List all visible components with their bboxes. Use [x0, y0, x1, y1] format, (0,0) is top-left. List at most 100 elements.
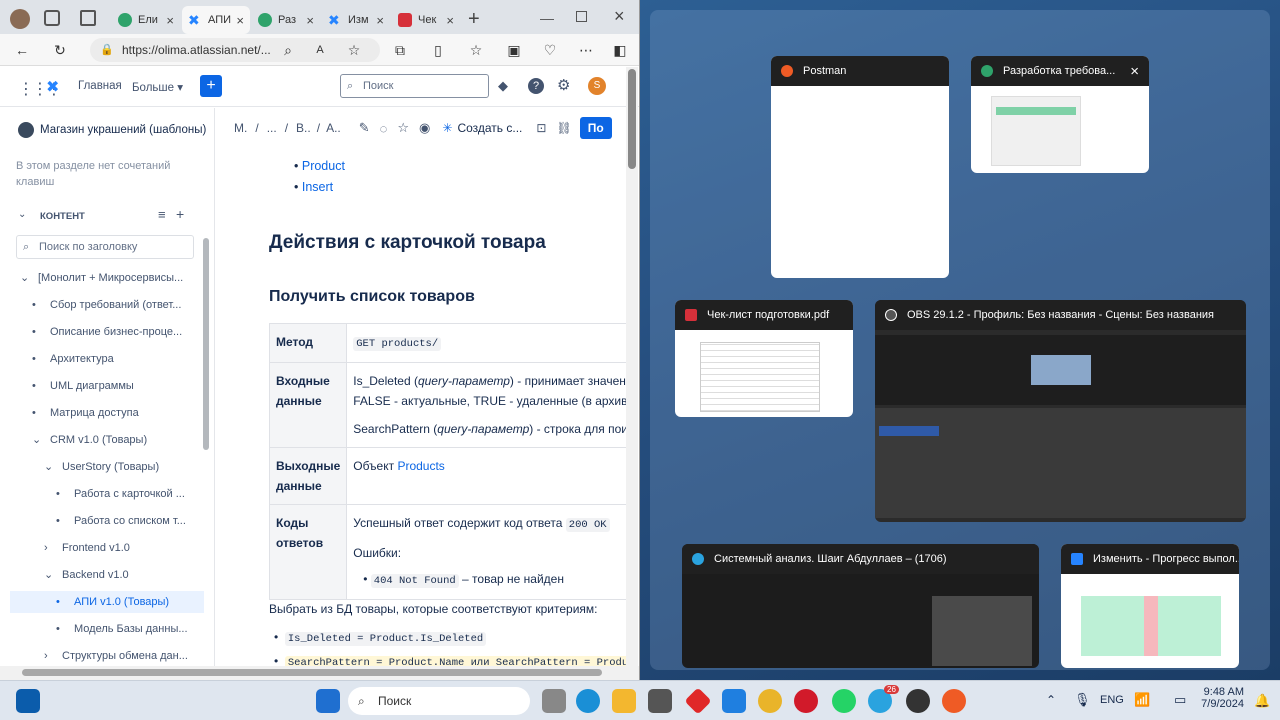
whatsapp-icon[interactable]	[832, 689, 856, 713]
app-icon[interactable]	[648, 689, 672, 713]
sidebar-tree-item[interactable]: › Frontend v1.0	[10, 537, 204, 559]
title-filter-input[interactable]: ⌕ Поиск по заголовку	[16, 235, 194, 259]
workspaces-icon[interactable]	[44, 10, 60, 26]
create-button[interactable]: +	[200, 75, 222, 97]
favorite-star-icon[interactable]: ☆	[344, 40, 364, 60]
search-input[interactable]: ⌕ Поиск	[340, 74, 489, 98]
read-aloud-icon[interactable]: A	[310, 40, 330, 60]
tab-5[interactable]: Чек ×	[392, 6, 460, 34]
reload-icon[interactable]: ↻	[50, 40, 70, 60]
file-explorer-icon[interactable]	[612, 689, 636, 713]
tab-4[interactable]: ✖ Изм ×	[322, 6, 390, 34]
confluence-logo-icon[interactable]: ✖	[46, 77, 59, 97]
sidebar-toggle-icon[interactable]: ◧	[610, 40, 630, 60]
tab-1[interactable]: Ели ×	[112, 6, 180, 34]
page-horizontal-scrollbar[interactable]	[0, 666, 639, 680]
sidebar-tree-item[interactable]: ⌄ UserStory (Товары)	[10, 456, 204, 478]
edge-icon[interactable]	[576, 689, 600, 713]
anydesk-icon[interactable]	[684, 687, 712, 715]
product-link[interactable]: Product	[302, 159, 345, 173]
add-content-icon[interactable]: +	[176, 206, 184, 222]
avatar[interactable]: S	[588, 77, 606, 95]
microphone-icon[interactable]: 🎙	[1074, 692, 1091, 708]
language-indicator[interactable]: ENG	[1100, 694, 1124, 706]
scroll-thumb[interactable]	[628, 69, 636, 169]
window-thumb-postman[interactable]: Postman	[771, 56, 949, 278]
close-tab-icon[interactable]: ×	[236, 13, 244, 28]
tab-3[interactable]: Раз ×	[252, 6, 320, 34]
address-bar[interactable]: 🔒 https://olima.atlassian.net/...	[90, 38, 380, 62]
window-thumb-checklist[interactable]: Чек-лист подготовки.pdf	[675, 300, 853, 417]
sidebar-tree-item[interactable]: • АПИ v1.0 (Товары)	[10, 591, 204, 613]
task-view-icon[interactable]	[16, 689, 40, 713]
chevron-up-icon[interactable]: ⌃	[1046, 693, 1056, 707]
nav-home[interactable]: Главная	[78, 80, 122, 92]
profile-avatar[interactable]	[10, 9, 30, 29]
sidebar-tree-item[interactable]: ⌄ CRM v1.0 (Товары)	[10, 429, 204, 451]
obs-icon[interactable]	[906, 689, 930, 713]
window-thumb-jira[interactable]: Изменить - Прогресс выпол...	[1061, 544, 1239, 668]
task-view-icon[interactable]	[542, 689, 566, 713]
insert-link[interactable]: Insert	[302, 180, 333, 194]
battery-icon[interactable]: ▭	[1174, 692, 1186, 708]
nav-more[interactable]: Больше ▾	[132, 80, 183, 94]
scroll-thumb[interactable]	[22, 669, 602, 676]
sidebar-tree-item[interactable]: • Архитектура	[10, 348, 204, 370]
more-menu-icon[interactable]: ⋯	[576, 40, 596, 60]
taskbar-search-input[interactable]: ⌕ Поиск	[348, 687, 530, 715]
page-vertical-scrollbar[interactable]	[626, 67, 638, 667]
window-thumb-requirements[interactable]: Разработка требова... ×	[971, 56, 1149, 173]
notifications-bell-icon[interactable]: 🔔	[1254, 693, 1270, 709]
breadcrumb-item[interactable]: В..	[296, 121, 311, 135]
close-window-icon[interactable]: ×	[614, 6, 625, 27]
close-tab-icon[interactable]: ×	[376, 13, 384, 28]
yandex-icon[interactable]	[794, 689, 818, 713]
breadcrumb-item[interactable]: М.	[234, 121, 247, 135]
minimize-icon[interactable]: —	[540, 10, 554, 26]
favorites-icon[interactable]: ☆	[466, 40, 486, 60]
collections-icon[interactable]: ▣	[504, 40, 524, 60]
close-tab-icon[interactable]: ×	[446, 13, 454, 28]
breadcrumb-item[interactable]: ...	[267, 121, 277, 135]
comment-icon[interactable]: ◌	[380, 121, 388, 136]
back-icon[interactable]: ←	[12, 40, 32, 60]
help-icon[interactable]: ?	[528, 78, 544, 94]
sidebar-tree-item[interactable]: • UML диаграммы	[10, 375, 204, 397]
sidebar-tree-item[interactable]: • Сбор требований (ответ...	[10, 294, 204, 316]
performance-icon[interactable]: ♡	[540, 40, 560, 60]
window-thumb-telegram[interactable]: Системный анализ. Шаиг Абдуллаев – (1706…	[682, 544, 1039, 668]
products-link[interactable]: Products	[397, 459, 444, 473]
split-screen-icon[interactable]: ▯	[428, 40, 448, 60]
extensions-icon[interactable]: ⧉	[390, 40, 410, 60]
sidebar-tree-item[interactable]: • Матрица доступа	[10, 402, 204, 424]
sidebar-tree-item[interactable]: • Описание бизнес-проце...	[10, 321, 204, 343]
maximize-icon[interactable]	[576, 11, 587, 22]
chrome-icon[interactable]	[758, 689, 782, 713]
sidebar-tree-item[interactable]: ⌄ [Монолит + Микросервисы...	[10, 267, 204, 289]
clock[interactable]: 9:48 AM 7/9/2024	[1196, 686, 1244, 710]
zoom-icon[interactable]: ⌕	[278, 40, 298, 60]
publish-button[interactable]: По	[579, 117, 612, 139]
filter-icon[interactable]: ≡	[158, 207, 166, 222]
postman-icon[interactable]	[942, 689, 966, 713]
star-icon[interactable]: ☆	[397, 120, 409, 136]
close-tab-icon[interactable]: ×	[306, 13, 314, 28]
new-tab-icon[interactable]: +	[468, 8, 480, 31]
wifi-icon[interactable]: 📶	[1134, 692, 1150, 708]
notifications-icon[interactable]: ◆	[498, 78, 508, 94]
sidebar-tree-item[interactable]: ⌄ Backend v1.0	[10, 564, 204, 586]
breadcrumb-item[interactable]: А..	[326, 121, 341, 135]
sidebar-tree-item[interactable]: • Модель Базы данны...	[10, 618, 204, 640]
copy-link-icon[interactable]: ⛓	[556, 121, 571, 135]
chevron-down-icon[interactable]: ⌄	[18, 209, 26, 220]
dropbox-icon[interactable]	[722, 689, 746, 713]
restrictions-lock-icon[interactable]: ⊡	[536, 121, 546, 135]
close-tab-icon[interactable]: ×	[166, 13, 174, 28]
watch-eye-icon[interactable]: ◉	[419, 120, 430, 136]
space-title[interactable]: Магазин украшений (шаблоны)	[40, 124, 206, 136]
tab-2[interactable]: ✖ АПИ ×	[182, 6, 250, 34]
sidebar-tree-item[interactable]: • Работа со списком т...	[10, 510, 204, 532]
start-windows-icon[interactable]	[316, 689, 340, 713]
settings-gear-icon[interactable]: ⚙	[557, 76, 570, 94]
tab-actions-icon[interactable]	[80, 10, 96, 26]
